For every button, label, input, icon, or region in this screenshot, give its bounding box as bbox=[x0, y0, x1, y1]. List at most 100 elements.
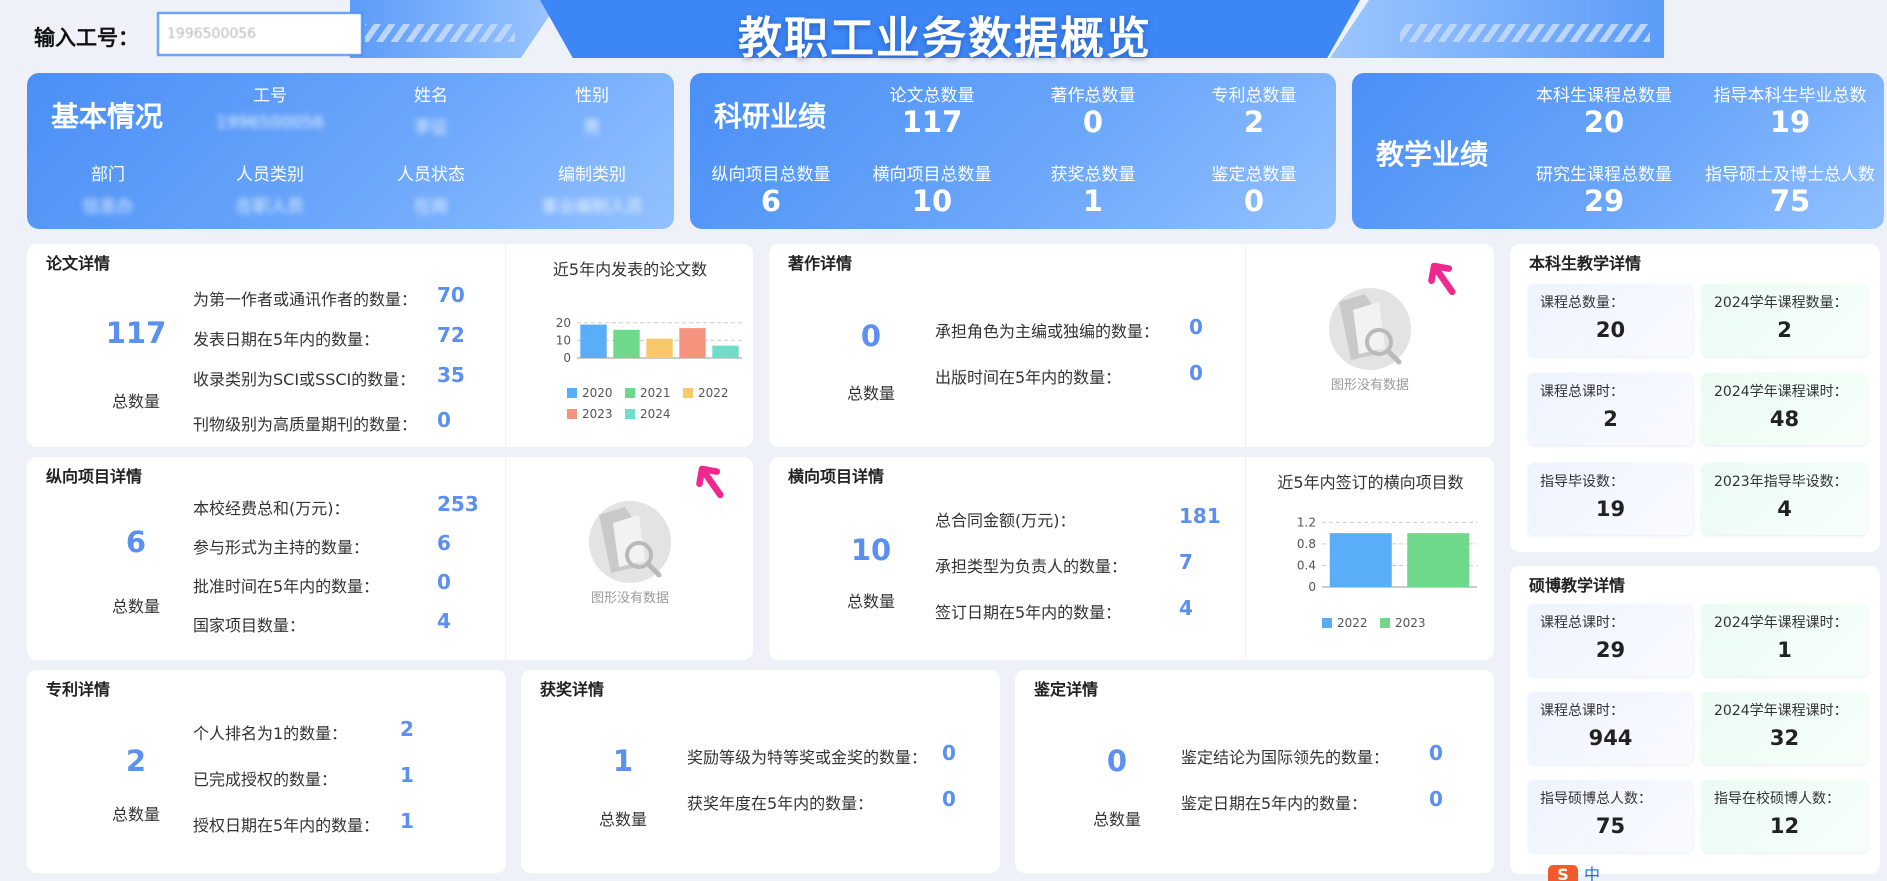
y-tick-label: 0.4 bbox=[1297, 558, 1316, 572]
book-detail-title: 著作详情 bbox=[788, 254, 853, 273]
field-label: 指导硕士及博士总人数 bbox=[1705, 165, 1875, 185]
detail-row-label: 总合同金额(万元)： bbox=[935, 511, 1076, 530]
stat-value: 944 bbox=[1588, 726, 1633, 750]
detail-row-label: 参与形式为主持的数量： bbox=[193, 538, 370, 557]
paper-detail-title: 论文详情 bbox=[46, 254, 111, 273]
detail-row-label: 出版时间在5年内的数量： bbox=[935, 368, 1122, 387]
basic-info-title: 基本情况 bbox=[51, 100, 164, 133]
legend-swatch bbox=[625, 388, 635, 398]
patent-total-number: 2 bbox=[125, 744, 147, 778]
establishment-type-value: 事业编制人员 bbox=[541, 197, 643, 217]
field-label: 姓名 bbox=[414, 86, 448, 106]
award-total-number: 1 bbox=[612, 744, 634, 778]
chart-title: 近5年内发表的论文数 bbox=[553, 260, 707, 279]
total-label: 总数量 bbox=[111, 392, 160, 411]
undergrad-thesis-total-value: 19 bbox=[1769, 105, 1811, 139]
total-label: 总数量 bbox=[846, 592, 895, 611]
detail-row-label: 个人排名为1的数量： bbox=[193, 724, 348, 743]
staff-category-value: 在职人员 bbox=[236, 197, 304, 217]
research-card: 科研业绩 论文总数量 117 著作总数量 0 专利总数量 2 纵向项目总数量 6… bbox=[690, 73, 1336, 229]
detail-row-value: 1 bbox=[400, 809, 414, 833]
field-label: 纵向项目总数量 bbox=[711, 165, 831, 185]
y-tick-label: 1.2 bbox=[1297, 515, 1316, 529]
teaching-stat-card: 2024学年课程数量： 2 bbox=[1702, 284, 1867, 356]
stat-label: 指导毕设数： bbox=[1540, 474, 1624, 490]
legend-label: 2020 bbox=[582, 386, 613, 400]
field-label: 人员状态 bbox=[397, 165, 465, 185]
teaching-card: 教学业绩 本科生课程总数量 20 指导本科生毕业总数 19 研究生课程总数量 2… bbox=[1352, 73, 1884, 229]
total-label: 总数量 bbox=[598, 810, 647, 829]
award-total-value: 1 bbox=[1082, 184, 1104, 218]
total-label: 总数量 bbox=[846, 384, 895, 403]
detail-row-label: 批准时间在5年内的数量： bbox=[193, 577, 380, 596]
detail-row-value: 0 bbox=[1429, 741, 1443, 765]
stat-label: 2023年指导毕设数： bbox=[1714, 474, 1848, 490]
total-label: 总数量 bbox=[111, 597, 160, 616]
field-label: 著作总数量 bbox=[1050, 86, 1136, 106]
teaching-stat-card: 2024学年课程课时： 48 bbox=[1702, 373, 1867, 445]
appraisal-total-value: 0 bbox=[1243, 184, 1265, 218]
patent-detail-card: 专利详情 2 总数量 个人排名为1的数量： 2 已完成授权的数量： 1 授权日期… bbox=[27, 670, 506, 873]
field-label: 部门 bbox=[91, 165, 125, 185]
legend-label: 2023 bbox=[1395, 616, 1426, 630]
field-label: 工号 bbox=[253, 86, 287, 106]
teaching-stat-card: 课程总课时： 944 bbox=[1528, 692, 1693, 764]
paper-total-value: 117 bbox=[901, 105, 963, 139]
legend-swatch bbox=[567, 409, 577, 419]
graduate-teaching-title: 硕博教学详情 bbox=[1529, 576, 1626, 595]
stat-label: 2024学年课程课时： bbox=[1714, 384, 1848, 400]
field-label: 研究生课程总数量 bbox=[1536, 165, 1672, 185]
detail-row-value: 0 bbox=[942, 741, 956, 765]
detail-row-value: 4 bbox=[437, 609, 451, 633]
field-label: 人员类别 bbox=[236, 165, 304, 185]
detail-row-value: 0 bbox=[1189, 361, 1203, 385]
ime-mode-toggle[interactable]: 中 bbox=[1584, 865, 1600, 881]
bar-2023 bbox=[1407, 533, 1470, 587]
bar-2021 bbox=[613, 329, 640, 358]
legend-label: 2022 bbox=[1337, 616, 1368, 630]
detail-row-value: 2 bbox=[400, 717, 414, 741]
stat-value: 2 bbox=[1603, 407, 1618, 431]
award-detail-title: 获奖详情 bbox=[540, 680, 605, 699]
detail-row-value: 0 bbox=[437, 570, 451, 594]
y-tick-label: 0 bbox=[1308, 580, 1316, 594]
detail-row-label: 收录类别为SCI或SSCI的数量： bbox=[193, 370, 416, 389]
header-stripe-decoration bbox=[365, 24, 515, 42]
detail-row-value: 6 bbox=[437, 531, 451, 555]
legend-label: 2024 bbox=[640, 407, 671, 421]
detail-row-value: 253 bbox=[437, 492, 479, 516]
card-divider bbox=[505, 244, 506, 447]
vertical-project-total-value: 6 bbox=[760, 184, 782, 218]
grad-course-total-value: 29 bbox=[1583, 184, 1625, 218]
gender-value: 男 bbox=[583, 118, 601, 138]
no-data-magnifier-icon bbox=[589, 501, 671, 583]
chart-title: 近5年内签订的横向项目数 bbox=[1277, 473, 1463, 492]
teaching-stat-card: 2024学年课程课时： 32 bbox=[1702, 692, 1867, 764]
no-data-text: 图形没有数据 bbox=[590, 591, 669, 606]
stat-value: 75 bbox=[1595, 814, 1626, 838]
employee-id-label: 输入工号： bbox=[34, 26, 139, 50]
field-label: 横向项目总数量 bbox=[872, 165, 992, 185]
detail-row-label: 已完成授权的数量： bbox=[193, 770, 338, 789]
field-label: 编制类别 bbox=[558, 165, 626, 185]
department-value: 信息办 bbox=[82, 197, 134, 217]
page-title: 教职工业务数据概览 bbox=[738, 13, 1152, 64]
ime-toolbar[interactable]: S中 bbox=[1548, 861, 1768, 881]
teaching-stat-card: 2024学年课程课时： 1 bbox=[1702, 604, 1867, 676]
book-detail-card: 著作详情 0 总数量 承担角色为主编或独编的数量： 0 出版时间在5年内的数量：… bbox=[769, 243, 1494, 447]
research-title: 科研业绩 bbox=[714, 100, 827, 133]
appraisal-detail-card: 鉴定详情 0 总数量 鉴定结论为国际领先的数量： 0 鉴定日期在5年内的数量： … bbox=[1015, 670, 1494, 873]
detail-row-value: 70 bbox=[437, 283, 465, 307]
stat-value: 19 bbox=[1595, 497, 1626, 521]
stat-label: 2024学年课程课时： bbox=[1714, 615, 1848, 631]
teaching-stat-card: 课程总课时： 29 bbox=[1528, 604, 1693, 676]
y-tick-label: 20 bbox=[556, 316, 571, 330]
detail-row-value: 72 bbox=[437, 323, 465, 347]
legend-swatch bbox=[1380, 618, 1390, 628]
detail-row-value: 0 bbox=[1189, 315, 1203, 339]
y-tick-label: 10 bbox=[556, 333, 571, 347]
legend-swatch bbox=[567, 388, 577, 398]
detail-row-label: 承担角色为主编或独编的数量： bbox=[935, 322, 1160, 341]
employee-id-input[interactable] bbox=[157, 12, 363, 56]
paper-bar-chart: 近5年内发表的论文数010202020 2021 20222023 2024 bbox=[553, 260, 742, 421]
